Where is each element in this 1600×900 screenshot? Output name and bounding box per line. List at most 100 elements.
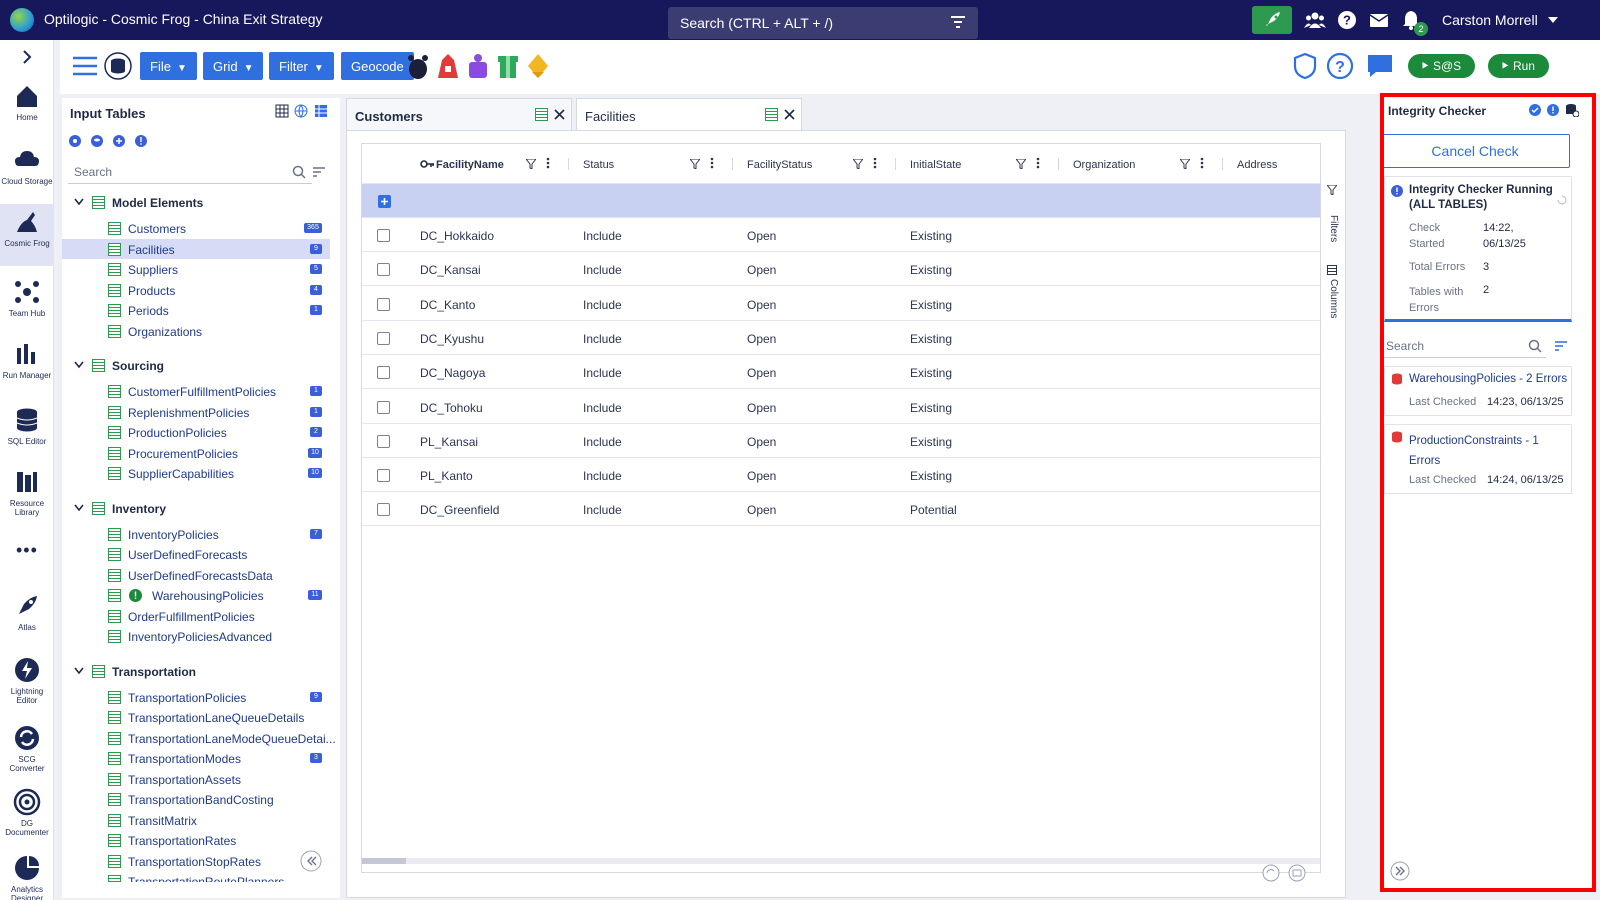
expand-chevron-icon[interactable] [20, 50, 34, 64]
tree-item[interactable]: Products 4 [62, 280, 330, 300]
table-row[interactable]: DC_Tohoku Include Open Existing [362, 390, 1320, 424]
tree-group-sourcing[interactable]: Sourcing [62, 355, 340, 375]
file-menu-button[interactable]: File ▼ [140, 52, 197, 80]
horizontal-scrollbar[interactable] [362, 858, 1320, 864]
row-checkbox[interactable] [377, 400, 390, 414]
column-menu-icon[interactable] [873, 157, 877, 169]
tree-item[interactable]: TransportationBandCosting [62, 789, 330, 809]
tree-item[interactable]: Customers 365 [62, 218, 330, 238]
tree-item[interactable]: TransitMatrix [62, 810, 330, 830]
nav-lightning-editor[interactable]: Lightning Editor [0, 656, 54, 705]
globe-icon[interactable] [294, 104, 308, 118]
tree-item[interactable]: WarehousingPolicies 11 [62, 585, 330, 605]
grid-cell[interactable]: Include [583, 469, 622, 483]
table-search-input[interactable]: Search [68, 160, 312, 184]
col-header-organization[interactable]: Organization [1073, 144, 1135, 184]
column-filter-icon[interactable] [1014, 158, 1028, 170]
add-row-icon[interactable] [378, 195, 391, 208]
nav-home[interactable]: Home [0, 82, 54, 122]
grid-cell[interactable]: DC_Hokkaido [420, 229, 494, 243]
grid-cell[interactable]: DC_Kanto [420, 298, 475, 312]
grid-cell[interactable]: Open [747, 263, 776, 277]
row-checkbox[interactable] [377, 297, 390, 311]
database-filter-icon[interactable] [90, 134, 104, 148]
geocode-button[interactable]: Geocode [341, 52, 414, 80]
grid-cell[interactable]: Open [747, 435, 776, 449]
filter-lines-icon[interactable] [950, 15, 966, 29]
panel-toggle-icon[interactable] [1288, 864, 1306, 882]
grid-cell[interactable]: Include [583, 332, 622, 346]
table-row[interactable]: DC_Kanto Include Open Existing [362, 287, 1320, 321]
hamburger-menu-icon[interactable] [72, 56, 98, 76]
tree-item[interactable]: ProductionPolicies 2 [62, 422, 330, 442]
nav-cosmic-frog[interactable]: Cosmic Frog [0, 204, 54, 266]
tree-group-transportation[interactable]: Transportation [62, 661, 340, 681]
tree-item[interactable]: InventoryPoliciesAdvanced [62, 626, 330, 646]
table-row[interactable]: DC_Kyushu Include Open Existing [362, 321, 1320, 355]
help-circle-icon[interactable]: ? [1326, 52, 1354, 80]
collapse-left-icon[interactable] [300, 850, 322, 872]
columns-icon[interactable] [1327, 265, 1337, 275]
filter-menu-button[interactable]: Filter ▼ [269, 52, 334, 80]
user-name[interactable]: Carston Morrell [1442, 12, 1538, 28]
red-tool-icon[interactable] [436, 52, 460, 80]
tree-item[interactable]: UserDefinedForecastsData [62, 565, 330, 585]
grid-cell[interactable]: Existing [910, 366, 952, 380]
col-header-facilitystatus[interactable]: FacilityStatus [747, 144, 812, 184]
grid-cell[interactable]: Open [747, 366, 776, 380]
grid-cell[interactable]: Include [583, 229, 622, 243]
bear-tool-icon[interactable] [406, 52, 430, 80]
tree-item[interactable]: TransportationStopRates [62, 851, 330, 871]
tree-item[interactable]: Periods 1 [62, 300, 330, 320]
grid-cell[interactable]: Open [747, 298, 776, 312]
column-filter-icon[interactable] [851, 158, 865, 170]
tree-item[interactable]: TransportationRoutePlanners [62, 871, 330, 882]
nav-resource-library[interactable]: Resource Library [0, 468, 54, 517]
grid-cell[interactable]: DC_Tohoku [420, 401, 483, 415]
column-filter-icon[interactable] [524, 158, 538, 170]
grid-cell[interactable]: Include [583, 298, 622, 312]
tree-item[interactable]: UserDefinedForecasts [62, 544, 330, 564]
column-divider[interactable] [732, 158, 733, 170]
column-menu-icon[interactable] [1200, 157, 1204, 169]
column-divider[interactable] [895, 158, 896, 170]
grid-cell[interactable]: DC_Kyushu [420, 332, 484, 346]
side-columns-tab[interactable]: Columns [1328, 279, 1339, 319]
grid-menu-button[interactable]: Grid ▼ [203, 52, 264, 80]
tree-item[interactable]: InventoryPolicies 7 [62, 524, 330, 544]
search-icon[interactable] [292, 165, 306, 179]
close-icon[interactable] [554, 109, 565, 120]
table-view-icon[interactable] [314, 104, 328, 118]
chevron-down-icon[interactable] [74, 361, 84, 369]
nav-scg-converter[interactable]: SCG Converter [0, 724, 54, 773]
tree-item[interactable]: TransportationAssets [62, 769, 330, 789]
side-filters-tab[interactable]: Filters [1328, 215, 1339, 245]
tree-item[interactable]: Facilities 9 [62, 238, 330, 259]
table-row[interactable]: PL_Kanto Include Open Existing [362, 458, 1320, 493]
row-checkbox[interactable] [377, 503, 390, 517]
nav-dg-documenter[interactable]: DG Documenter [0, 788, 54, 837]
filter-funnel-icon[interactable] [1327, 185, 1337, 195]
tree-item[interactable]: TransportationLaneQueueDetails [62, 707, 330, 727]
sas-button[interactable]: ⯈ S@S [1408, 54, 1476, 78]
grid-cell[interactable]: PL_Kansai [420, 435, 478, 449]
row-checkbox[interactable] [377, 366, 390, 380]
database-circle-icon[interactable] [104, 52, 132, 80]
optilogic-logo-icon[interactable] [10, 8, 34, 32]
table-row[interactable]: DC_Kansai Include Open Existing [362, 252, 1320, 287]
grid-cell[interactable]: Existing [910, 435, 952, 449]
table-row[interactable]: DC_Hokkaido Include Open Existing [362, 218, 1320, 252]
green-tool-icon[interactable] [496, 52, 520, 80]
chevron-down-icon[interactable] [74, 667, 84, 675]
tree-item[interactable]: TransportationRates [62, 830, 330, 850]
nav-analytics-designer[interactable]: Analytics Designer [0, 854, 54, 900]
tree-item[interactable]: ProcurementPolicies 10 [62, 443, 330, 463]
grid-cell[interactable]: Existing [910, 401, 952, 415]
column-divider[interactable] [1058, 158, 1059, 170]
tree-item[interactable]: ReplenishmentPolicies 1 [62, 402, 330, 422]
column-menu-icon[interactable] [546, 157, 550, 169]
grid-cell[interactable]: Existing [910, 332, 952, 346]
col-header-initialstate[interactable]: InitialState [910, 144, 961, 184]
close-icon[interactable] [784, 109, 795, 120]
grid-cell[interactable]: Include [583, 263, 622, 277]
